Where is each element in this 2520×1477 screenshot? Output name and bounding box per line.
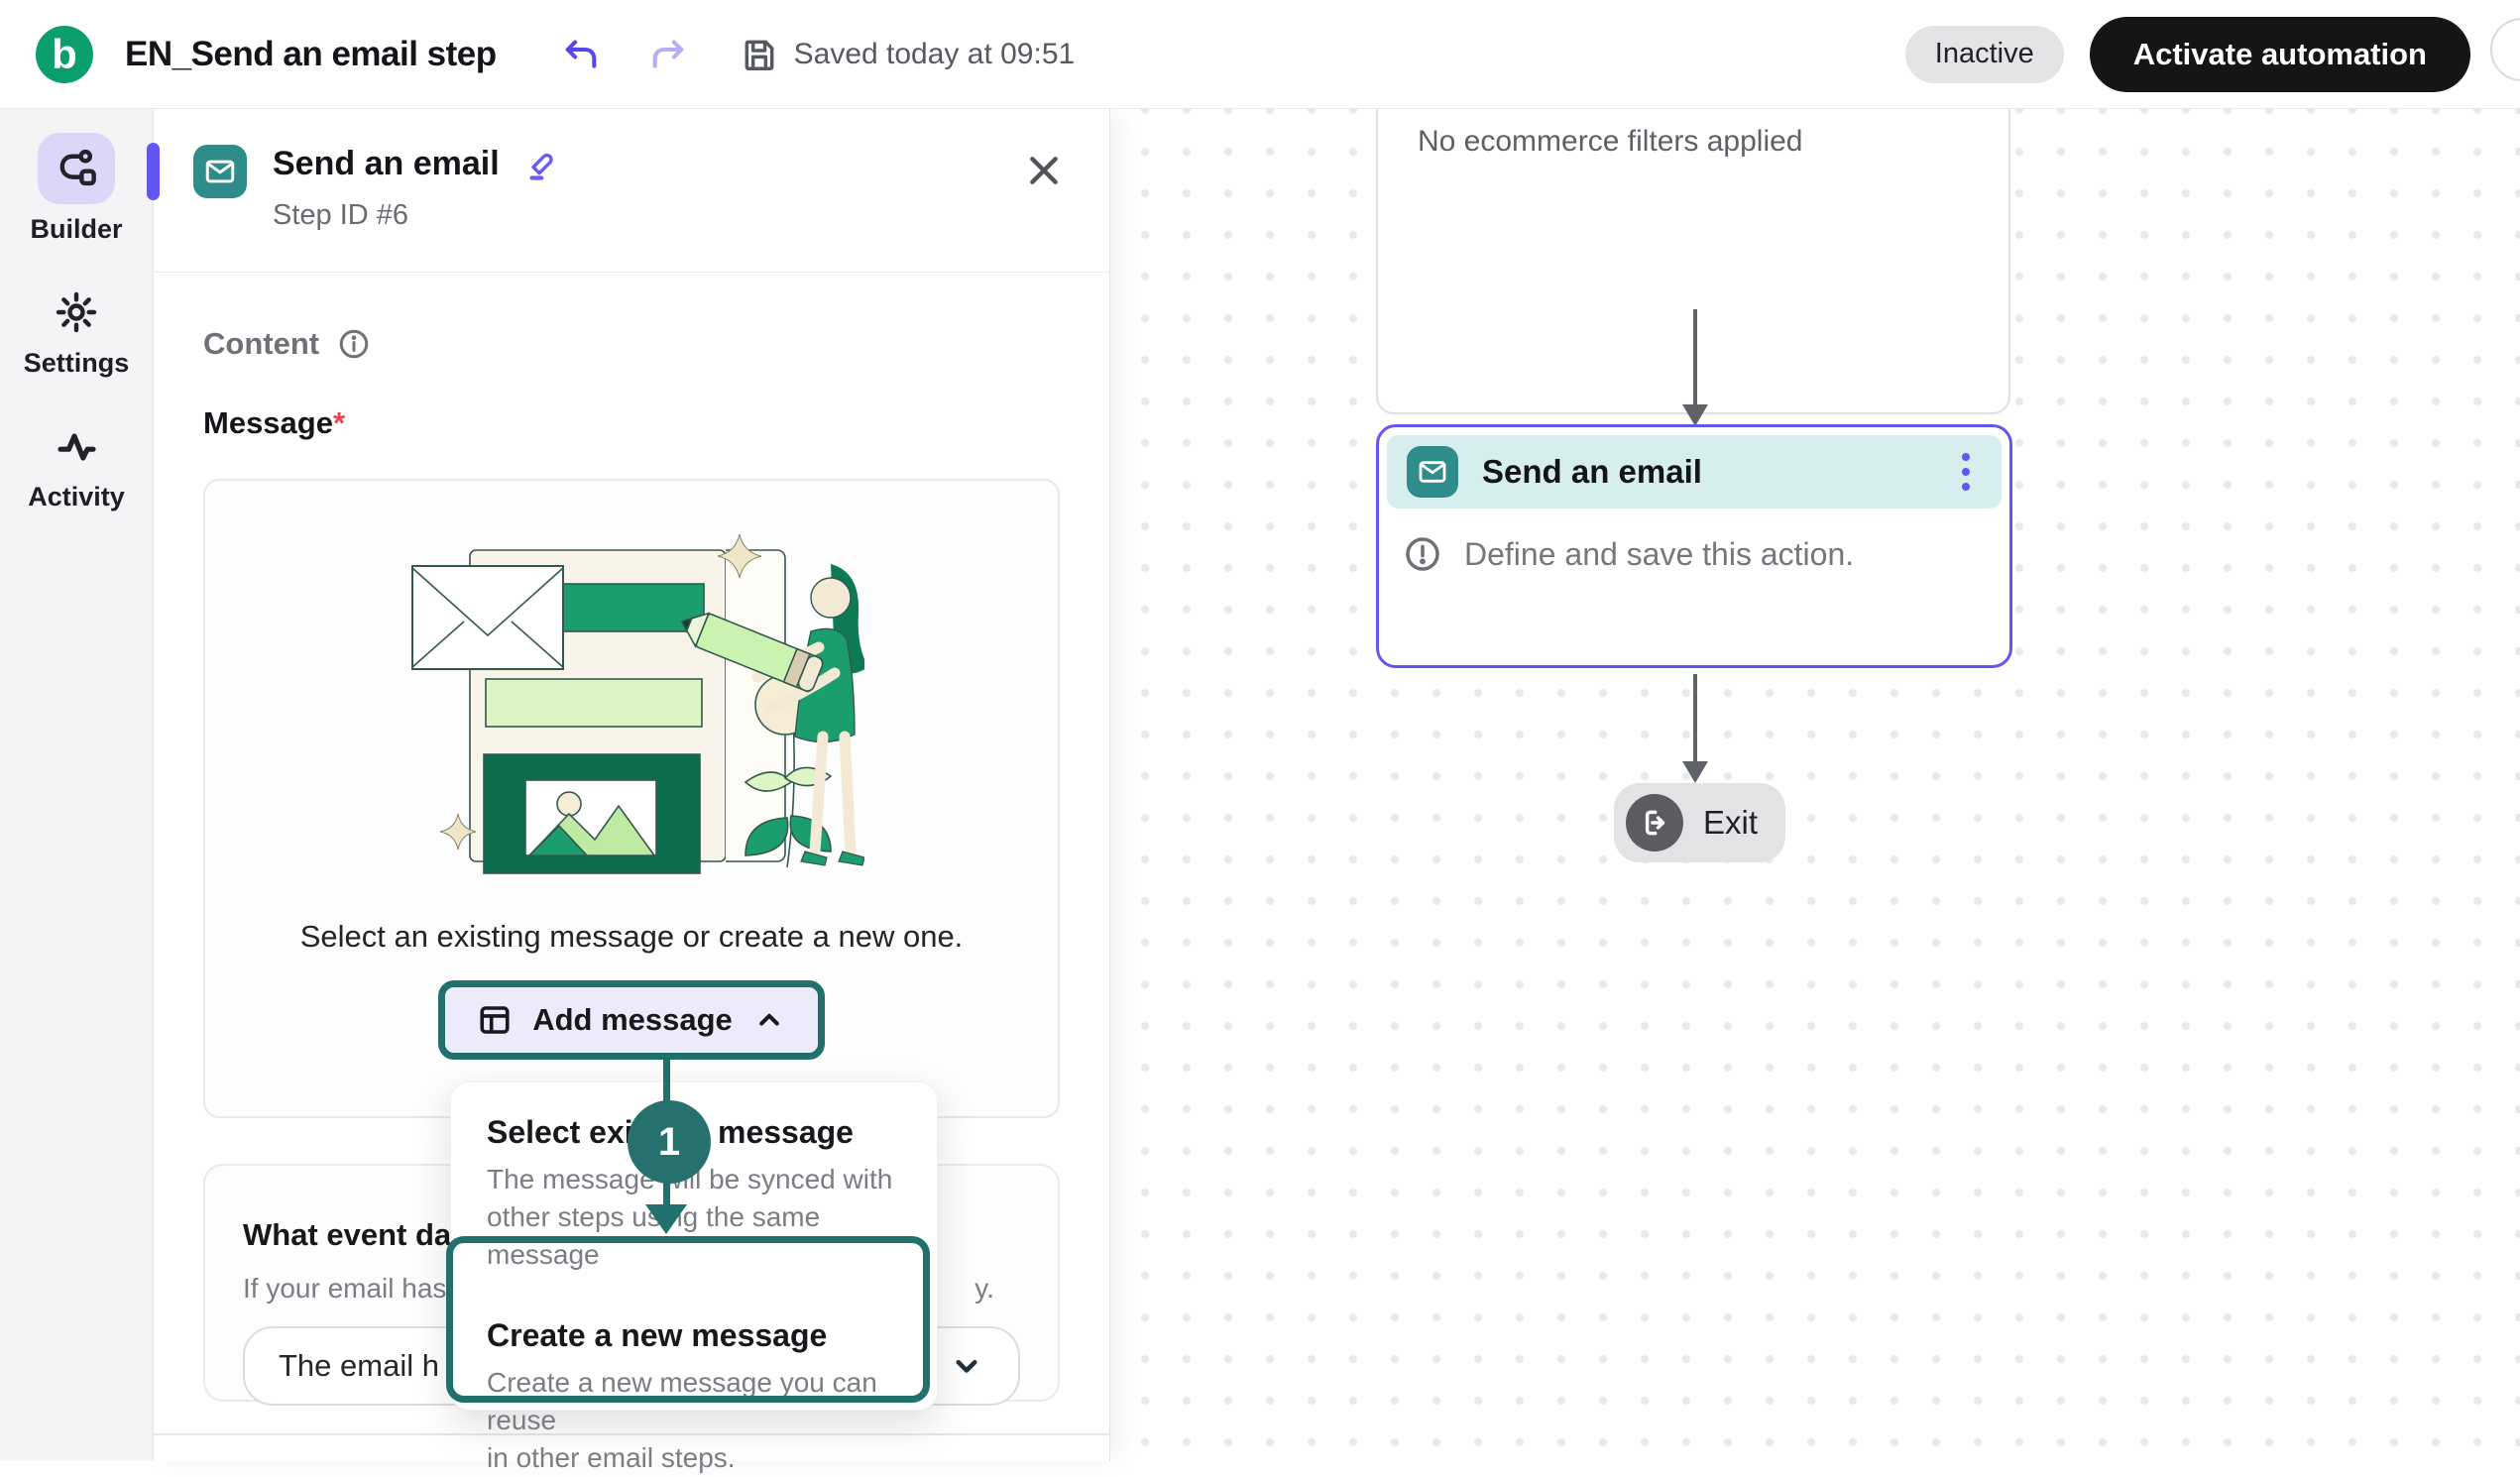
warning-circle-icon bbox=[1403, 534, 1442, 574]
workflow-canvas: No ecommerce filters applied Send an ema… bbox=[1110, 109, 2520, 1461]
chevron-down-icon bbox=[949, 1348, 984, 1384]
envelope-icon bbox=[1417, 456, 1448, 488]
close-panel-button[interactable] bbox=[1024, 151, 1064, 190]
save-status: Saved today at 09:51 bbox=[741, 36, 1076, 73]
option2-title: Create a new message bbox=[487, 1317, 901, 1354]
annotation-arrow-head bbox=[645, 1204, 687, 1234]
email-node-icon-tile bbox=[1407, 446, 1458, 498]
exit-node-label: Exit bbox=[1703, 804, 1758, 842]
send-email-node-title: Send an email bbox=[1482, 453, 1702, 491]
exit-node[interactable]: Exit bbox=[1614, 783, 1785, 862]
option1-description: The message will be synced with other st… bbox=[487, 1161, 901, 1274]
message-empty-state-card: Select an existing message or create a n… bbox=[203, 479, 1060, 1118]
exit-logout-icon bbox=[1638, 806, 1671, 840]
email-step-icon-tile bbox=[193, 145, 247, 198]
option2-description: Create a new message you can reuse in ot… bbox=[487, 1364, 901, 1477]
annotation-step-marker: 1 bbox=[628, 1100, 711, 1184]
add-message-annotation-outline: Add message bbox=[438, 980, 825, 1060]
filter-node-text: No ecommerce filters applied bbox=[1418, 125, 1803, 158]
message-field-label: Message* bbox=[203, 405, 1060, 441]
info-icon[interactable] bbox=[337, 327, 371, 361]
activity-tile bbox=[38, 420, 115, 472]
event-desc-right: y. bbox=[974, 1273, 994, 1305]
help-button-sliver[interactable] bbox=[2490, 18, 2520, 81]
event-select-value: The email h bbox=[279, 1348, 439, 1384]
redo-icon bbox=[648, 35, 688, 74]
workspace: Builder Settings Activity bbox=[0, 109, 2520, 1461]
send-email-node-header: Send an email bbox=[1387, 435, 2002, 509]
automation-builder-app: b EN_Send an email step Saved today at 0… bbox=[0, 0, 2520, 1461]
history-controls bbox=[560, 34, 689, 75]
node-options-kebab[interactable] bbox=[1956, 447, 1976, 497]
sidebar-label-builder: Builder bbox=[30, 214, 122, 245]
sidebar-label-activity: Activity bbox=[28, 482, 125, 512]
settings-tile bbox=[38, 286, 115, 338]
step-config-panel: Send an email Step ID #6 Co bbox=[154, 109, 1110, 1461]
required-asterisk: * bbox=[333, 405, 345, 440]
activity-pulse-icon bbox=[53, 422, 100, 470]
left-sidebar: Builder Settings Activity bbox=[0, 109, 154, 1461]
redo-button[interactable] bbox=[647, 34, 689, 75]
undo-button[interactable] bbox=[560, 34, 602, 75]
sidebar-item-builder[interactable]: Builder bbox=[30, 133, 122, 245]
undo-icon bbox=[561, 35, 601, 74]
save-status-text: Saved today at 09:51 bbox=[794, 38, 1076, 71]
save-icon bbox=[741, 36, 778, 73]
add-message-button[interactable]: Add message bbox=[445, 987, 818, 1053]
empty-state-illustration bbox=[399, 524, 864, 877]
exit-icon-circle bbox=[1626, 794, 1683, 852]
event-desc-left: If your email has e bbox=[243, 1273, 470, 1305]
builder-flow-icon bbox=[54, 146, 99, 191]
send-email-node-body: Define and save this action. bbox=[1387, 509, 2002, 600]
empty-state-text: Select an existing message or create a n… bbox=[300, 919, 964, 955]
panel-header: Send an email Step ID #6 bbox=[154, 109, 1109, 273]
automation-title: EN_Send an email step bbox=[125, 35, 497, 74]
send-email-node-hint: Define and save this action. bbox=[1464, 536, 1854, 573]
status-badge: Inactive bbox=[1905, 26, 2064, 83]
panel-step-title: Send an email bbox=[273, 145, 500, 183]
edit-pencil-icon[interactable] bbox=[521, 147, 557, 182]
chevron-up-icon bbox=[752, 1003, 786, 1037]
gear-icon bbox=[54, 289, 99, 335]
template-icon bbox=[477, 1002, 513, 1038]
envelope-icon bbox=[203, 155, 237, 188]
brevo-logo[interactable]: b bbox=[36, 26, 93, 83]
builder-active-tile bbox=[38, 133, 115, 204]
top-bar: b EN_Send an email step Saved today at 0… bbox=[0, 0, 2520, 109]
sidebar-item-activity[interactable]: Activity bbox=[28, 420, 125, 512]
close-icon bbox=[1024, 151, 1064, 190]
menu-option-create-new[interactable]: Create a new message Create a new messag… bbox=[451, 1317, 937, 1477]
brevo-logo-letter: b bbox=[52, 31, 77, 78]
sidebar-label-settings: Settings bbox=[24, 348, 130, 379]
send-email-node[interactable]: Send an email Define and save this actio… bbox=[1376, 424, 2012, 668]
activate-automation-button[interactable]: Activate automation bbox=[2090, 17, 2470, 92]
content-section-heading: Content bbox=[203, 326, 319, 362]
step-id-text: Step ID #6 bbox=[273, 199, 557, 232]
sidebar-item-settings[interactable]: Settings bbox=[24, 286, 130, 379]
